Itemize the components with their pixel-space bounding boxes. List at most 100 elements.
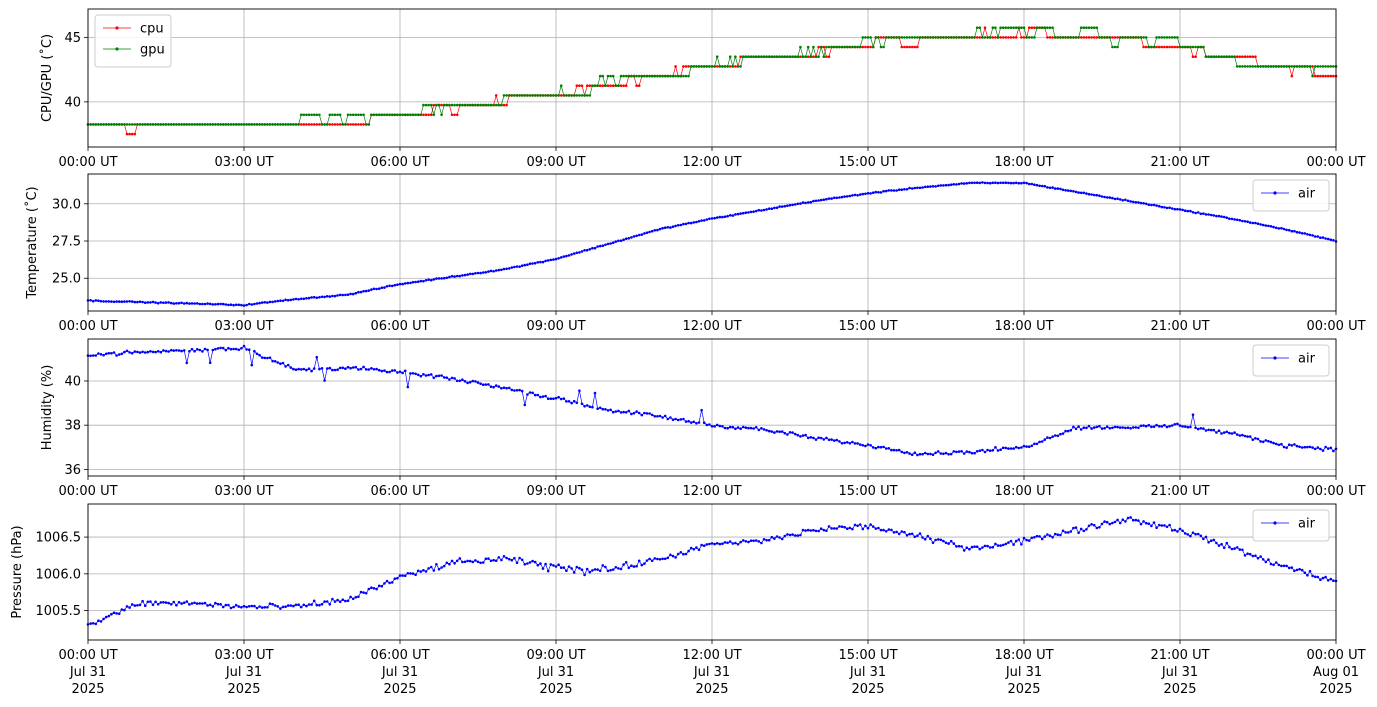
data-point	[453, 103, 456, 107]
data-point	[936, 36, 940, 39]
data-point	[596, 245, 599, 248]
data-point	[375, 587, 378, 591]
data-point	[1025, 538, 1028, 542]
data-point	[471, 560, 475, 564]
data-point	[593, 84, 597, 87]
data-point	[1321, 65, 1325, 68]
data-point	[1064, 531, 1067, 534]
data-point	[497, 556, 501, 559]
data-point	[1233, 547, 1236, 550]
data-point	[1256, 222, 1260, 225]
data-point	[1163, 206, 1166, 209]
data-point	[1092, 523, 1096, 527]
data-point	[1087, 424, 1091, 428]
data-point	[344, 599, 347, 603]
data-point	[1079, 527, 1083, 531]
data-point	[1046, 26, 1049, 30]
data-point	[1160, 524, 1164, 527]
data-point	[390, 369, 394, 372]
legend-marker-gpu	[115, 47, 119, 51]
data-point	[476, 381, 480, 384]
data-point	[710, 542, 714, 545]
data-point	[214, 601, 217, 605]
data-point	[458, 274, 462, 278]
data-point	[515, 561, 519, 565]
data-point	[1082, 191, 1086, 195]
data-point	[463, 273, 467, 277]
x-tick-label: 09:00 UT	[526, 319, 585, 334]
data-point	[422, 279, 425, 283]
data-point	[916, 36, 919, 39]
data-point	[565, 400, 568, 403]
data-point	[1199, 427, 1203, 430]
data-point	[279, 362, 282, 366]
data-point	[494, 559, 498, 562]
data-point	[206, 604, 209, 607]
data-point	[237, 123, 241, 126]
data-point	[619, 84, 623, 87]
data-point	[190, 123, 194, 126]
data-point	[705, 65, 709, 68]
data-point	[385, 370, 389, 374]
data-point	[749, 55, 753, 58]
data-point	[1121, 36, 1125, 39]
data-point	[185, 600, 189, 603]
data-point	[897, 36, 901, 39]
data-point	[232, 605, 235, 609]
data-point	[445, 103, 449, 107]
data-point	[180, 301, 183, 305]
data-point	[299, 123, 303, 126]
data-point	[986, 448, 989, 452]
data-point	[104, 300, 108, 303]
data-point	[195, 602, 199, 605]
data-point	[661, 74, 664, 78]
data-point	[1082, 26, 1086, 30]
data-point	[1038, 26, 1041, 30]
data-point	[1064, 36, 1067, 39]
data-point	[942, 452, 945, 456]
data-point	[806, 528, 810, 532]
data-point	[533, 94, 537, 97]
data-point	[276, 299, 280, 303]
data-point	[1238, 548, 1242, 551]
data-point	[175, 302, 178, 305]
data-point	[999, 36, 1002, 39]
data-point	[1183, 45, 1187, 49]
data-point	[721, 542, 724, 545]
data-point	[1186, 45, 1190, 49]
data-point	[1069, 530, 1073, 533]
data-point	[172, 123, 176, 126]
data-point	[554, 257, 558, 261]
panel-2: 25.027.530.000:00 UT 03:00 UT 06:00 UT 09:0…	[24, 173, 1366, 334]
data-point	[775, 430, 779, 433]
data-point	[1233, 218, 1236, 221]
data-point	[1126, 516, 1130, 520]
data-point	[994, 181, 997, 184]
data-point	[99, 123, 103, 126]
data-point	[871, 45, 875, 49]
data-point	[1165, 206, 1169, 210]
data-point	[1017, 446, 1021, 450]
data-point	[1040, 537, 1044, 541]
data-point	[1046, 186, 1049, 189]
data-point	[611, 568, 615, 571]
data-point	[643, 74, 646, 78]
x-tick-date-label: Jul 31	[381, 665, 418, 680]
data-point	[887, 528, 891, 531]
data-point	[936, 184, 940, 188]
data-point	[169, 603, 173, 606]
data-point	[866, 36, 870, 39]
data-point	[1098, 424, 1101, 428]
data-point	[684, 74, 688, 78]
data-point	[580, 94, 584, 97]
data-point	[541, 94, 545, 97]
data-point	[325, 123, 329, 126]
data-point	[1300, 65, 1304, 68]
data-point	[1087, 36, 1091, 39]
data-point	[146, 600, 150, 604]
data-point	[1040, 26, 1044, 30]
data-point	[949, 183, 953, 186]
data-point	[115, 300, 118, 303]
data-point	[1212, 428, 1216, 432]
data-point	[1111, 36, 1114, 39]
